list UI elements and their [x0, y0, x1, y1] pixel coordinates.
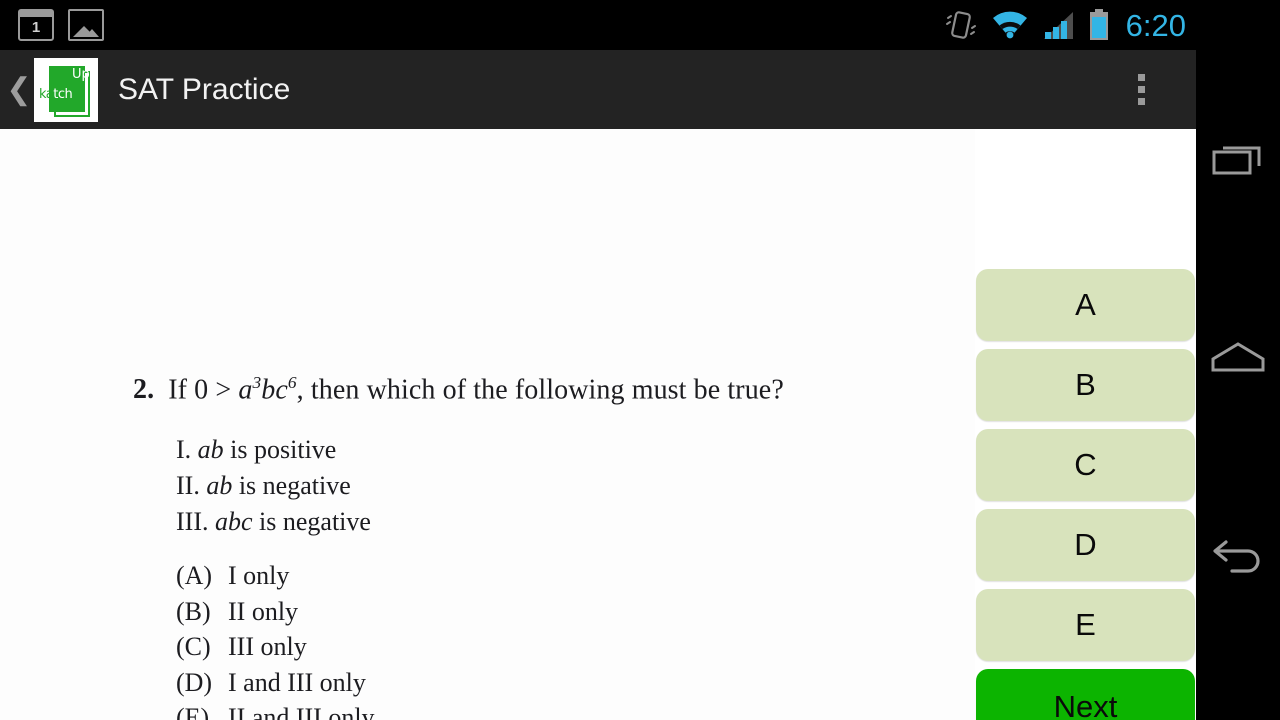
home-icon — [1211, 342, 1265, 372]
choice-label: (A) — [176, 561, 213, 590]
list-item: (B) II only — [176, 594, 375, 630]
roman-label: I. — [176, 435, 192, 464]
list-item: (C) III only — [176, 629, 375, 665]
page-title: SAT Practice — [118, 72, 291, 106]
roman-label: III. — [176, 507, 209, 536]
list-item: II. ab is negative — [176, 468, 371, 504]
roman-label: II. — [176, 471, 200, 500]
choice-label: (D) — [176, 667, 213, 697]
question-exp-a: 3 — [252, 373, 262, 392]
device-screen: 1 6:20 ❮ katch Up SAT Practice 2. If 0 >… — [0, 0, 1280, 720]
overflow-dot — [1137, 74, 1145, 81]
answer-button-a[interactable]: A — [976, 269, 1195, 341]
question-stem-prefix: If 0 > — [168, 374, 239, 406]
question-expr-bc: bc — [261, 374, 288, 406]
vibrate-mode-icon — [945, 11, 976, 39]
status-bar-clock: 6:20 — [1125, 7, 1186, 43]
question-stem: 2. If 0 > a3bc6, then which of the follow… — [133, 374, 784, 404]
choice-text: III only — [228, 632, 307, 661]
list-item: (E) II and III only — [176, 700, 375, 720]
overflow-menu-icon[interactable] — [1124, 62, 1158, 118]
notification-count-icon: 1 — [18, 9, 54, 41]
roman-statement-list: I. ab is positive II. ab is negative III… — [176, 432, 371, 540]
notification-count-label: 1 — [31, 19, 41, 36]
wifi-icon — [992, 11, 1027, 38]
cellular-signal-icon — [1043, 11, 1073, 39]
choice-text: I only — [228, 561, 290, 590]
choice-label: (C) — [176, 632, 211, 661]
up-navigation-icon[interactable]: ❮ — [6, 74, 32, 105]
roman-text: is negative — [232, 471, 351, 500]
logo-up-text: Up — [72, 66, 90, 82]
back-icon — [1213, 540, 1260, 573]
choice-text: I and III only — [228, 667, 366, 697]
answer-button-rail: A B C D E Next — [975, 258, 1196, 720]
list-item: (D) I and III only — [176, 665, 375, 701]
question-stem-suffix: , then which of the following must be tr… — [296, 374, 784, 406]
notification-icons: 1 — [18, 9, 104, 41]
back-button[interactable] — [1196, 515, 1280, 599]
question-content-area: 2. If 0 > a3bc6, then which of the follow… — [0, 129, 1196, 720]
status-bar: 1 6:20 — [0, 0, 1196, 50]
list-item: (A) I only — [176, 558, 375, 594]
answer-button-c[interactable]: C — [976, 429, 1195, 501]
next-button[interactable]: Next — [976, 669, 1195, 720]
answer-button-e[interactable]: E — [976, 589, 1195, 661]
logo-katch-text: katch — [39, 86, 73, 102]
system-navigation-bar — [1196, 0, 1280, 720]
roman-text: is negative — [252, 507, 371, 536]
roman-text: is positive — [223, 435, 337, 464]
answer-button-d[interactable]: D — [976, 509, 1195, 581]
recents-icon — [1212, 146, 1261, 175]
list-item: III. abc is negative — [176, 504, 371, 540]
overflow-dot — [1137, 98, 1145, 105]
overflow-dot — [1137, 86, 1145, 93]
screenshot-image-icon — [68, 9, 104, 41]
answer-button-b[interactable]: B — [976, 349, 1195, 421]
roman-expression: ab — [197, 435, 224, 464]
recents-button[interactable] — [1196, 118, 1280, 202]
choice-text: II only — [228, 596, 299, 626]
home-button[interactable] — [1196, 315, 1280, 399]
question-image: 2. If 0 > a3bc6, then which of the follow… — [0, 129, 975, 720]
question-expr-a: a — [238, 374, 253, 406]
app-logo[interactable]: katch Up — [34, 57, 98, 122]
question-number: 2. — [133, 374, 155, 406]
app-action-bar: ❮ katch Up SAT Practice — [0, 50, 1196, 129]
battery-icon — [1089, 9, 1108, 40]
list-item: I. ab is positive — [176, 432, 371, 468]
status-bar-right: 6:20 — [944, 9, 1186, 41]
choice-label: (E) — [176, 703, 210, 720]
choice-text: II and III only — [228, 703, 375, 720]
choice-label: (B) — [176, 596, 211, 626]
roman-expression: ab — [206, 471, 233, 500]
roman-expression: abc — [214, 507, 253, 536]
answer-choice-list: (A) I only (B) II only (C) III only (D) I an… — [176, 558, 375, 720]
question-exp-c: 6 — [287, 373, 297, 392]
